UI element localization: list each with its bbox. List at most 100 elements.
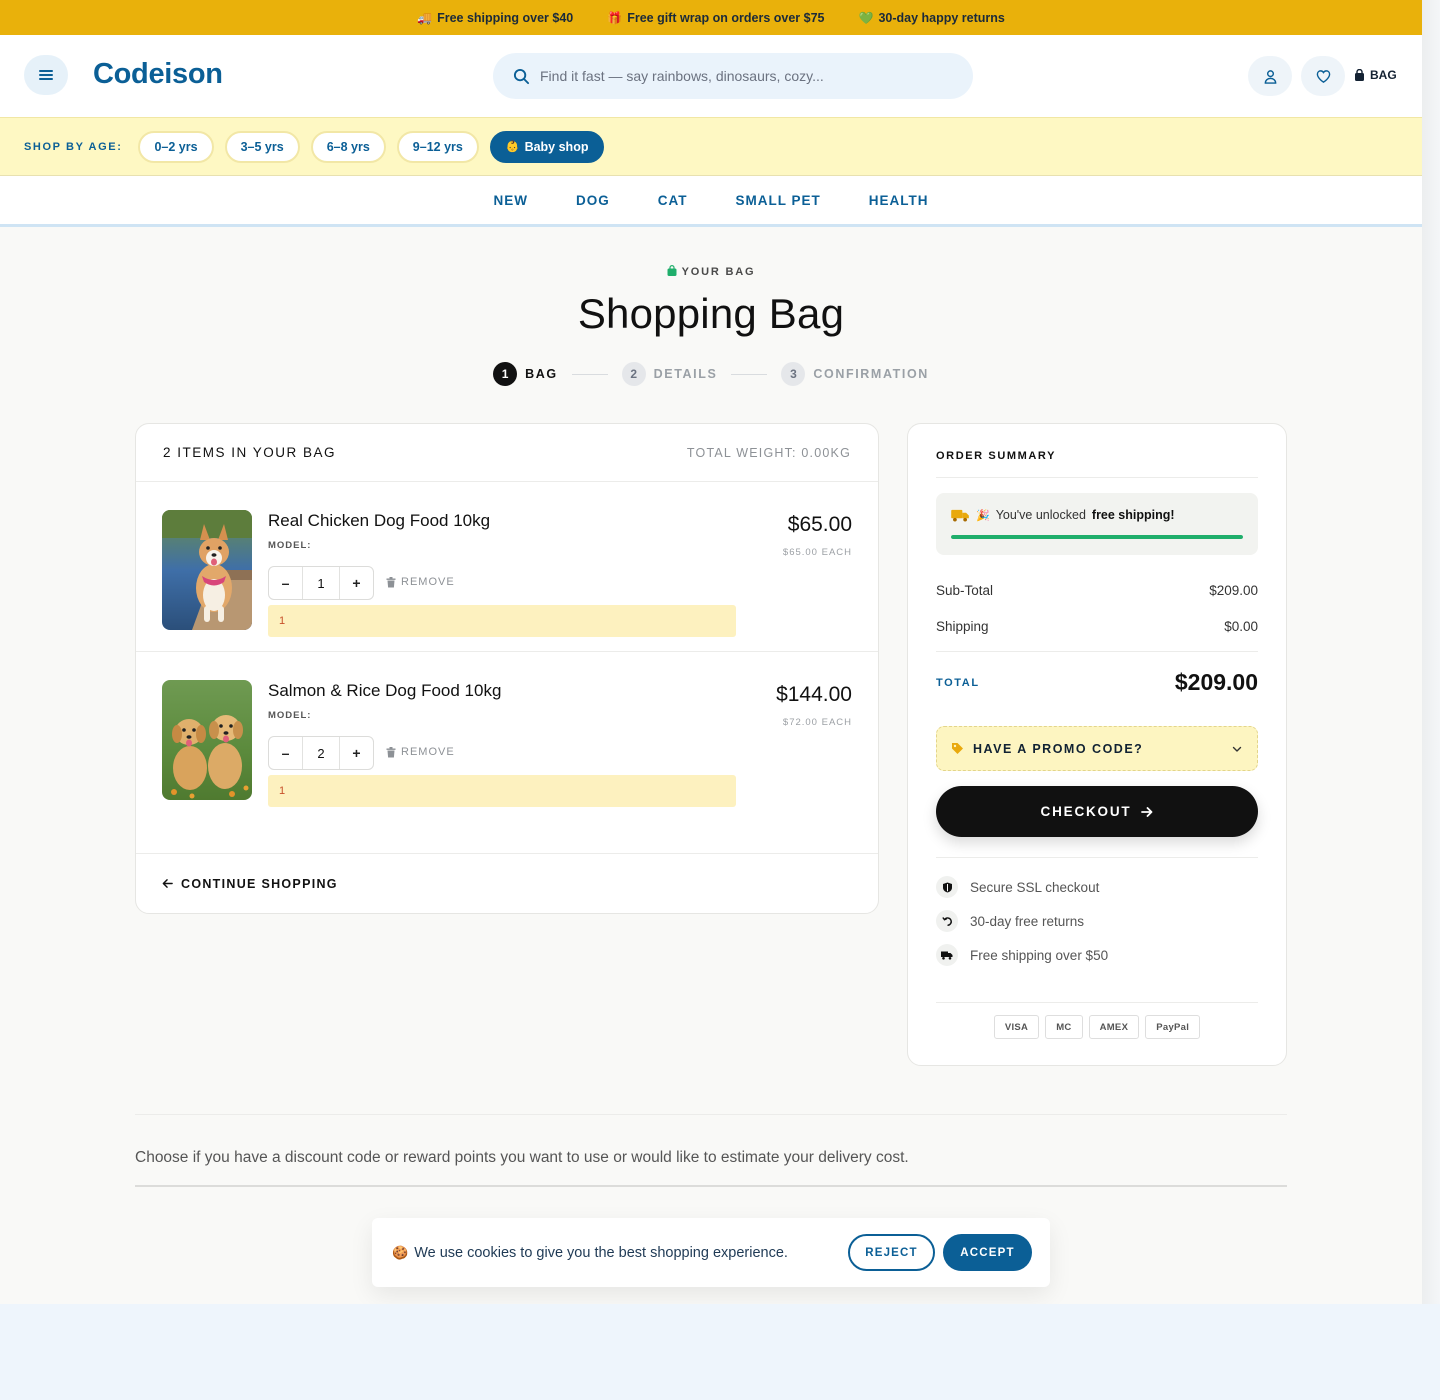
step-label: CONFIRMATION [813, 367, 929, 381]
wishlist-button[interactable] [1301, 56, 1345, 96]
reject-cookies-button[interactable]: REJECT [848, 1234, 935, 1271]
nav-item-small-pet[interactable]: SMALL PET [736, 193, 821, 208]
quantity-value[interactable]: 2 [302, 737, 340, 769]
subtotal-row: Sub-Total $209.00 [936, 583, 1258, 598]
subtotal-label: Sub-Total [936, 583, 994, 598]
quantity-value[interactable]: 1 [302, 567, 340, 599]
accept-cookies-button[interactable]: ACCEPT [943, 1234, 1032, 1271]
promo-code-toggle[interactable]: HAVE A PROMO CODE? [936, 726, 1258, 771]
step-divider [731, 373, 768, 375]
cookie-banner: 🍪 We use cookies to give you the best sh… [372, 1218, 1050, 1287]
shield-icon [936, 876, 958, 898]
logo[interactable]: Codeison [93, 58, 223, 91]
product-name[interactable]: Real Chicken Dog Food 10kg [268, 511, 490, 531]
trash-icon [386, 746, 396, 757]
nav-item-dog[interactable]: DOG [576, 193, 610, 208]
total-row: TOTAL $209.00 [936, 669, 1258, 696]
product-image-puppies[interactable] [162, 680, 252, 800]
quantity-stepper: – 2 + [268, 736, 374, 770]
page-title: Shopping Bag [577, 290, 845, 337]
divider [936, 651, 1258, 652]
site-header: Codeison BAG [0, 35, 1422, 117]
age-pill-0-2[interactable]: 0–2 yrs [138, 130, 214, 163]
search-input[interactable] [540, 68, 940, 84]
remove-button[interactable]: REMOVE [386, 746, 455, 758]
item-count: 2 ITEMS IN YOUR BAG [163, 445, 337, 460]
trust-item-shipping: Free shipping over $50 [936, 944, 1108, 966]
page: 🚚 Free shipping over $40 🎁 Free gift wrap … [0, 0, 1422, 1304]
increase-qty-button[interactable]: + [340, 737, 373, 769]
discount-info-text: Choose if you have a discount code or re… [135, 1149, 909, 1166]
product-image-corgi[interactable] [162, 510, 252, 630]
bag-label: BAG [1370, 68, 1397, 82]
divider [936, 1002, 1258, 1003]
decrease-qty-button[interactable]: – [269, 567, 302, 599]
free-shipping-box: 🎉 You've unlocked free shipping! [936, 493, 1258, 555]
shipping-progress-fill [951, 535, 1243, 539]
account-button[interactable] [1248, 56, 1292, 96]
baby-icon: 👶 [505, 141, 520, 153]
remove-button[interactable]: REMOVE [386, 576, 455, 588]
quantity-stepper: – 1 + [268, 566, 374, 600]
shipping-label: Shipping [936, 619, 989, 634]
step-details: 2 DETAILS [621, 362, 718, 386]
product-name[interactable]: Salmon & Rice Dog Food 10kg [268, 681, 501, 701]
promo-bar: 🚚 Free shipping over $40 🎁 Free gift wrap … [0, 0, 1422, 35]
total-label: TOTAL [936, 676, 980, 689]
bag-item: Salmon & Rice Dog Food 10kg MODEL: – 2 +… [136, 652, 878, 822]
search-icon [513, 68, 530, 84]
trust-item-ssl: Secure SSL checkout [936, 876, 1099, 898]
cookie-message: 🍪 We use cookies to give you the best sh… [392, 1244, 788, 1261]
age-pill-9-12[interactable]: 9–12 yrs [396, 130, 479, 163]
age-pill-6-8[interactable]: 6–8 yrs [310, 130, 386, 163]
search-bar[interactable] [493, 53, 973, 99]
payment-badge-mc: MC [1045, 1015, 1083, 1039]
menu-button[interactable] [24, 55, 68, 95]
bag-header: 2 ITEMS IN YOUR BAG TOTAL WEIGHT: 0.00KG [136, 424, 878, 482]
step-bag: 1 BAG [493, 362, 558, 386]
truck-icon [936, 944, 958, 966]
age-pill-3-5[interactable]: 3–5 yrs [224, 130, 300, 163]
heart-icon: 💚 [858, 10, 874, 25]
step-divider [571, 373, 608, 375]
continue-shopping-link[interactable]: CONTINUE SHOPPING [136, 853, 878, 913]
shipping-value: $0.00 [1224, 619, 1258, 634]
bag-item: Real Chicken Dog Food 10kg MODEL: – 1 + … [136, 482, 878, 652]
item-note: 1 [268, 775, 736, 807]
divider [135, 1114, 1287, 1115]
nav-item-health[interactable]: HEALTH [869, 193, 929, 208]
step-number: 1 [493, 362, 518, 386]
decrease-qty-button[interactable]: – [269, 737, 302, 769]
unit-price: $72.00 EACH [782, 717, 852, 728]
age-filter-bar: SHOP BY AGE: 0–2 yrs 3–5 yrs 6–8 yrs 9–1… [0, 117, 1422, 176]
step-label: BAG [525, 367, 558, 381]
corgi-photo [162, 510, 252, 630]
bag-card: 2 ITEMS IN YOUR BAG TOTAL WEIGHT: 0.00KG [135, 423, 879, 914]
payment-badge-visa: VISA [993, 1015, 1040, 1039]
age-filter-label: SHOP BY AGE: [24, 140, 123, 153]
item-note: 1 [268, 605, 736, 637]
green-bag-icon [667, 265, 677, 276]
shopping-bag-icon [1355, 69, 1364, 81]
checkout-button[interactable]: CHECKOUT [936, 786, 1258, 837]
baby-shop-pill[interactable]: 👶 Baby shop [489, 130, 605, 163]
promo-item-gift: 🎁 Free gift wrap on orders over $75 [607, 10, 825, 25]
total-weight: TOTAL WEIGHT: 0.00KG [686, 445, 851, 460]
cookie-icon: 🍪 [392, 1244, 409, 1260]
divider [936, 857, 1258, 858]
nav-item-cat[interactable]: CAT [658, 193, 688, 208]
increase-qty-button[interactable]: + [340, 567, 373, 599]
summary-title: ORDER SUMMARY [936, 450, 1057, 462]
nav-item-new[interactable]: NEW [493, 193, 528, 208]
product-model: MODEL: [268, 540, 312, 551]
bag-link[interactable]: BAG [1354, 68, 1397, 82]
payment-badge-amex: AMEX [1088, 1015, 1140, 1039]
step-label: DETAILS [653, 367, 718, 381]
category-nav: NEW DOG CAT SMALL PET HEALTH [0, 176, 1422, 227]
divider [936, 477, 1258, 478]
chevron-down-icon [1232, 746, 1242, 752]
arrow-right-icon [1141, 806, 1153, 817]
step-confirmation: 3 CONFIRMATION [781, 362, 928, 386]
trust-item-returns: 30-day free returns [936, 910, 1084, 932]
shipping-progress-bar [951, 535, 1243, 539]
